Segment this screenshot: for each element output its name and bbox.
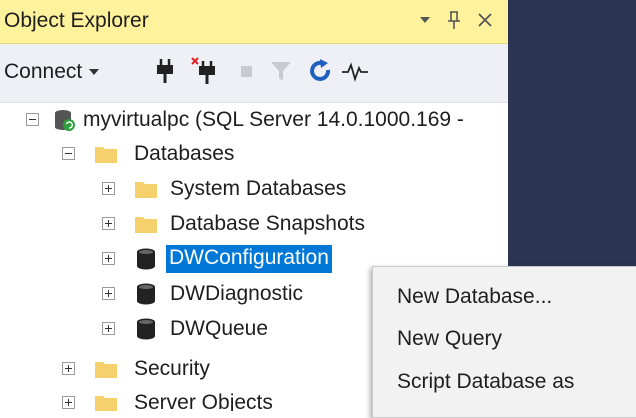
server-label: myvirtualpc (SQL Server 14.0.1000.169 - [83, 108, 464, 131]
chevron-down-icon [89, 69, 100, 76]
expand-toggle[interactable] [102, 287, 115, 300]
pin-icon[interactable] [446, 8, 462, 38]
security-label: Security [134, 357, 210, 380]
panel-title: Object Explorer [4, 9, 149, 32]
filter-icon[interactable] [266, 56, 296, 86]
context-menu-icon-strip [373, 267, 395, 417]
connect-label: Connect [4, 60, 83, 83]
tree-node-system-databases[interactable]: System Databases [0, 172, 508, 206]
connect-plug-icon[interactable] [150, 56, 180, 86]
window-position-dropdown-icon[interactable] [418, 8, 432, 38]
tree-node-databases[interactable]: Databases [0, 137, 508, 171]
database-snapshots-label: Database Snapshots [170, 212, 365, 235]
dwdiagnostics-label: DWDiagnostic [170, 282, 304, 305]
collapse-toggle[interactable] [26, 113, 39, 126]
databases-label: Databases [134, 142, 235, 165]
refresh-icon[interactable] [306, 56, 336, 86]
expand-toggle[interactable] [102, 252, 115, 265]
tree-node-dwdiagnostics[interactable]: DWDiagnostic [0, 277, 372, 311]
dwqueue-label: DWQueue [170, 317, 269, 340]
expand-toggle[interactable] [102, 182, 115, 195]
menu-item-script-database-as[interactable]: Script Database as [397, 370, 574, 394]
database-icon [134, 282, 158, 306]
activity-monitor-icon[interactable] [340, 56, 370, 86]
database-icon [134, 317, 158, 341]
tree-node-database-snapshots[interactable]: Database Snapshots [0, 207, 508, 241]
folder-icon [134, 177, 158, 201]
panel-title-bar: Object Explorer [0, 0, 508, 44]
context-menu: New Database... New Query Script Databas… [372, 266, 636, 418]
close-icon[interactable] [477, 8, 493, 38]
server-icon [52, 108, 76, 132]
menu-item-new-query[interactable]: New Query [397, 327, 502, 351]
dwconfiguration-label: DWConfiguration [166, 245, 332, 273]
folder-icon [94, 357, 118, 381]
database-icon [134, 247, 158, 271]
folder-icon [94, 391, 118, 411]
collapse-toggle[interactable] [62, 147, 75, 160]
tree-node-server-objects[interactable]: Server Objects [0, 386, 372, 411]
server-objects-label: Server Objects [134, 391, 273, 411]
connect-button[interactable]: Connect [4, 60, 100, 84]
expand-toggle[interactable] [62, 362, 75, 375]
menu-item-new-database[interactable]: New Database... [397, 285, 552, 309]
expand-toggle[interactable] [62, 396, 75, 409]
disconnect-plug-icon[interactable] [190, 56, 220, 86]
tree-node-server[interactable]: myvirtualpc (SQL Server 14.0.1000.169 - [0, 103, 508, 137]
tree-node-dwqueue[interactable]: DWQueue [0, 312, 372, 346]
expand-toggle[interactable] [102, 217, 115, 230]
folder-icon [134, 212, 158, 236]
stop-icon[interactable] [232, 56, 262, 86]
tree-node-security[interactable]: Security [0, 352, 372, 386]
object-explorer-toolbar: Connect [0, 44, 508, 103]
system-databases-label: System Databases [170, 177, 347, 200]
folder-icon [94, 142, 118, 166]
expand-toggle[interactable] [102, 322, 115, 335]
